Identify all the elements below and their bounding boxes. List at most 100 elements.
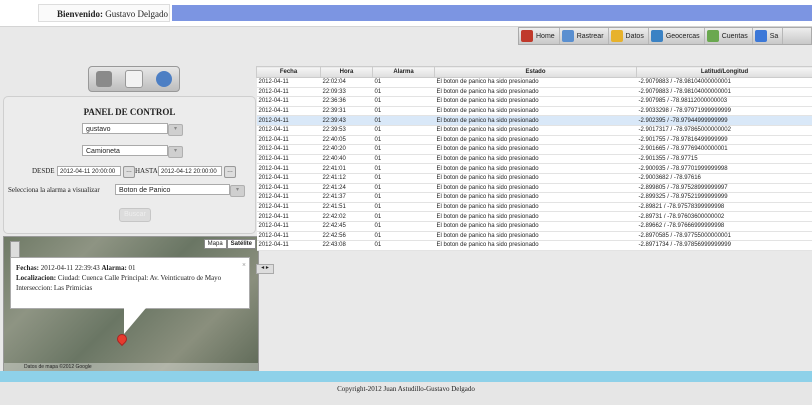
map-type-satellite[interactable]: Satélite (226, 239, 256, 249)
map-pin-icon[interactable] (114, 331, 130, 347)
hasta-input[interactable]: 2012-04-12 20:00:00 (158, 166, 222, 176)
calendar-icon[interactable]: … (224, 166, 236, 178)
globe-icon[interactable] (156, 71, 173, 87)
column-header[interactable]: Estado (434, 66, 637, 78)
table-pager[interactable]: ◂ ▸ (256, 264, 274, 274)
table-cell: -2.8971734 / -78.97856999999999 (636, 240, 812, 251)
table-cell: 2012-04-11 (256, 240, 321, 251)
table-row[interactable]: 2012-04-11 22:42:02 01 El boton de panico h… (256, 211, 812, 222)
table-row[interactable]: 2012-04-11 22:41:37 01 El boton de panico h… (256, 192, 812, 203)
table-cell: 22:40:40 (320, 154, 373, 165)
panel-title: PANEL DE CONTROL (83, 107, 176, 117)
table-cell: El boton de panico ha sido presionado (434, 87, 637, 98)
column-header[interactable]: Hora (320, 66, 373, 78)
table-cell: 22:02:04 (320, 77, 373, 88)
chevron-down-icon[interactable]: ▾ (168, 124, 183, 136)
nav-item-rastrear[interactable]: Rastrear (560, 28, 609, 44)
alarm-select-value: Boton de Panico (119, 187, 171, 194)
table-row[interactable]: 2012-04-11 22:41:12 01 El boton de panico h… (256, 173, 812, 184)
nav-item-sa[interactable]: Sa (753, 28, 784, 44)
alarm-table: Fecha Hora Alarma Estado Latitud/Longitud 20… (256, 66, 812, 251)
table-cell: 22:36:36 (320, 96, 373, 107)
lock-icon[interactable] (95, 71, 112, 87)
column-header[interactable]: Fecha (256, 66, 321, 78)
nav-item-datos[interactable]: Datos (609, 28, 649, 44)
table-cell: 2012-04-11 (256, 211, 321, 222)
table-cell: 22:43:08 (320, 240, 373, 251)
table-row[interactable]: 2012-04-11 22:09:33 01 El boton de panico h… (256, 87, 812, 98)
table-cell: 01 (372, 231, 435, 242)
user-select-value: gustavo (86, 126, 111, 133)
table-row[interactable]: 2012-04-11 22:42:45 01 El boton de panico h… (256, 221, 812, 232)
table-cell: 22:39:43 (320, 115, 373, 126)
chevron-down-icon[interactable]: ▾ (230, 185, 245, 197)
desde-input[interactable]: 2012-04-11 20:00:00 (57, 166, 121, 176)
column-header[interactable]: Alarma (372, 66, 435, 78)
table-cell: El boton de panico ha sido presionado (434, 240, 637, 251)
table-cell: 2012-04-11 (256, 183, 321, 194)
table-cell: 22:40:20 (320, 144, 373, 155)
nav-item-geocercas[interactable]: Geocercas (649, 28, 705, 44)
alarm-select[interactable]: Boton de Panico ▾ (115, 184, 245, 197)
table-cell: 22:40:05 (320, 135, 373, 146)
info-window: × Fechas: 2012-04-11 22:39:43 Alarma: 01… (10, 257, 250, 309)
table-row[interactable]: 2012-04-11 22:41:51 01 El boton de panico h… (256, 202, 812, 213)
table-cell: El boton de panico ha sido presionado (434, 77, 637, 88)
table-cell: El boton de panico ha sido presionado (434, 183, 637, 194)
table-row[interactable]: 2012-04-11 22:02:04 01 El boton de panico h… (256, 77, 812, 88)
chart-icon (754, 30, 767, 42)
welcome-box: Bienvenido: Gustavo Delgado (38, 4, 170, 22)
alarm-label: Selecciona la alarma a visualizar (8, 186, 100, 194)
table-cell: 2012-04-11 (256, 202, 321, 213)
footer: Copyright-2012 Juan Astudillo-Gustavo De… (0, 382, 812, 405)
table-cell: 22:39:53 (320, 125, 373, 136)
table-row[interactable]: 2012-04-11 22:41:01 01 El boton de panico h… (256, 163, 812, 174)
table-cell: El boton de panico ha sido presionado (434, 106, 637, 117)
table-cell: 22:42:45 (320, 221, 373, 232)
table-row[interactable]: 2012-04-11 22:43:08 01 El boton de panico h… (256, 240, 812, 251)
table-cell: -2.901665 / -78.97769400000001 (636, 144, 812, 155)
mail-icon[interactable] (124, 70, 143, 88)
table-cell: El boton de panico ha sido presionado (434, 135, 637, 146)
table-cell: -2.899805 / -78.97528999999997 (636, 183, 812, 194)
calendar-icon[interactable]: … (123, 166, 135, 178)
table-row[interactable]: 2012-04-11 22:40:40 01 El boton de panico h… (256, 154, 812, 165)
info-line-1: Fechas: 2012-04-11 22:39:43 Alarma: 01 (16, 263, 244, 273)
nav-item-label: Rastrear (576, 32, 604, 40)
table-cell: 22:09:33 (320, 87, 373, 98)
table-cell: -2.899325 / -78.97521999999999 (636, 192, 812, 203)
table-row[interactable]: 2012-04-11 22:36:36 01 El boton de panico h… (256, 96, 812, 107)
left-column: PANEL DE CONTROL gustavo ▾ Camioneta ▾ D… (0, 58, 259, 372)
users-icon (706, 30, 719, 42)
nav-item-home[interactable]: Home (519, 28, 560, 44)
table-cell: 22:41:01 (320, 163, 373, 174)
table-row[interactable]: 2012-04-11 22:39:53 01 El boton de panico h… (256, 125, 812, 136)
table-row[interactable]: 2012-04-11 22:39:31 01 El boton de panico h… (256, 106, 812, 117)
map-view[interactable]: Mapa Satélite × Fechas: 2012-04-11 22:39… (3, 236, 259, 372)
alarma-value: 01 (128, 264, 136, 272)
nav-item-cuentas[interactable]: Cuentas (705, 28, 753, 44)
main-nav: Home Rastrear Datos Geocercas Cuentas Sa (518, 27, 812, 45)
column-header[interactable]: Latitud/Longitud (636, 66, 812, 78)
table-cell: 2012-04-11 (256, 77, 321, 88)
table-cell: -2.9079883 / -78.98104000000001 (636, 77, 812, 88)
search-button[interactable]: Buscar (119, 208, 151, 222)
close-icon[interactable]: × (242, 260, 246, 270)
search-icon (561, 30, 574, 42)
desde-label: DESDE (32, 167, 55, 175)
table-cell: 2012-04-11 (256, 106, 321, 117)
localizacion-label: Localizacion: (16, 274, 57, 282)
table-cell: 01 (372, 135, 435, 146)
table-row[interactable]: 2012-04-11 22:40:20 01 El boton de panico h… (256, 144, 812, 155)
vehicle-select[interactable]: Camioneta ▾ (82, 145, 183, 158)
chevron-down-icon[interactable]: ▾ (168, 146, 183, 158)
map-type-map[interactable]: Mapa (203, 239, 227, 249)
table-row[interactable]: 2012-04-11 22:42:56 01 El boton de panico h… (256, 231, 812, 242)
table-cell: 2012-04-11 (256, 154, 321, 165)
table-row[interactable]: 2012-04-11 22:41:24 01 El boton de panico h… (256, 183, 812, 194)
fechas-label: Fechas: (16, 264, 39, 272)
user-select[interactable]: gustavo ▾ (82, 123, 183, 136)
table-row[interactable]: 2012-04-11 22:40:05 01 El boton de panico h… (256, 135, 812, 146)
table-row[interactable]: 2012-04-11 22:39:43 01 El boton de panico h… (256, 115, 812, 126)
copyright-text: Copyright-2012 Juan Astudillo-Gustavo De… (337, 385, 475, 393)
